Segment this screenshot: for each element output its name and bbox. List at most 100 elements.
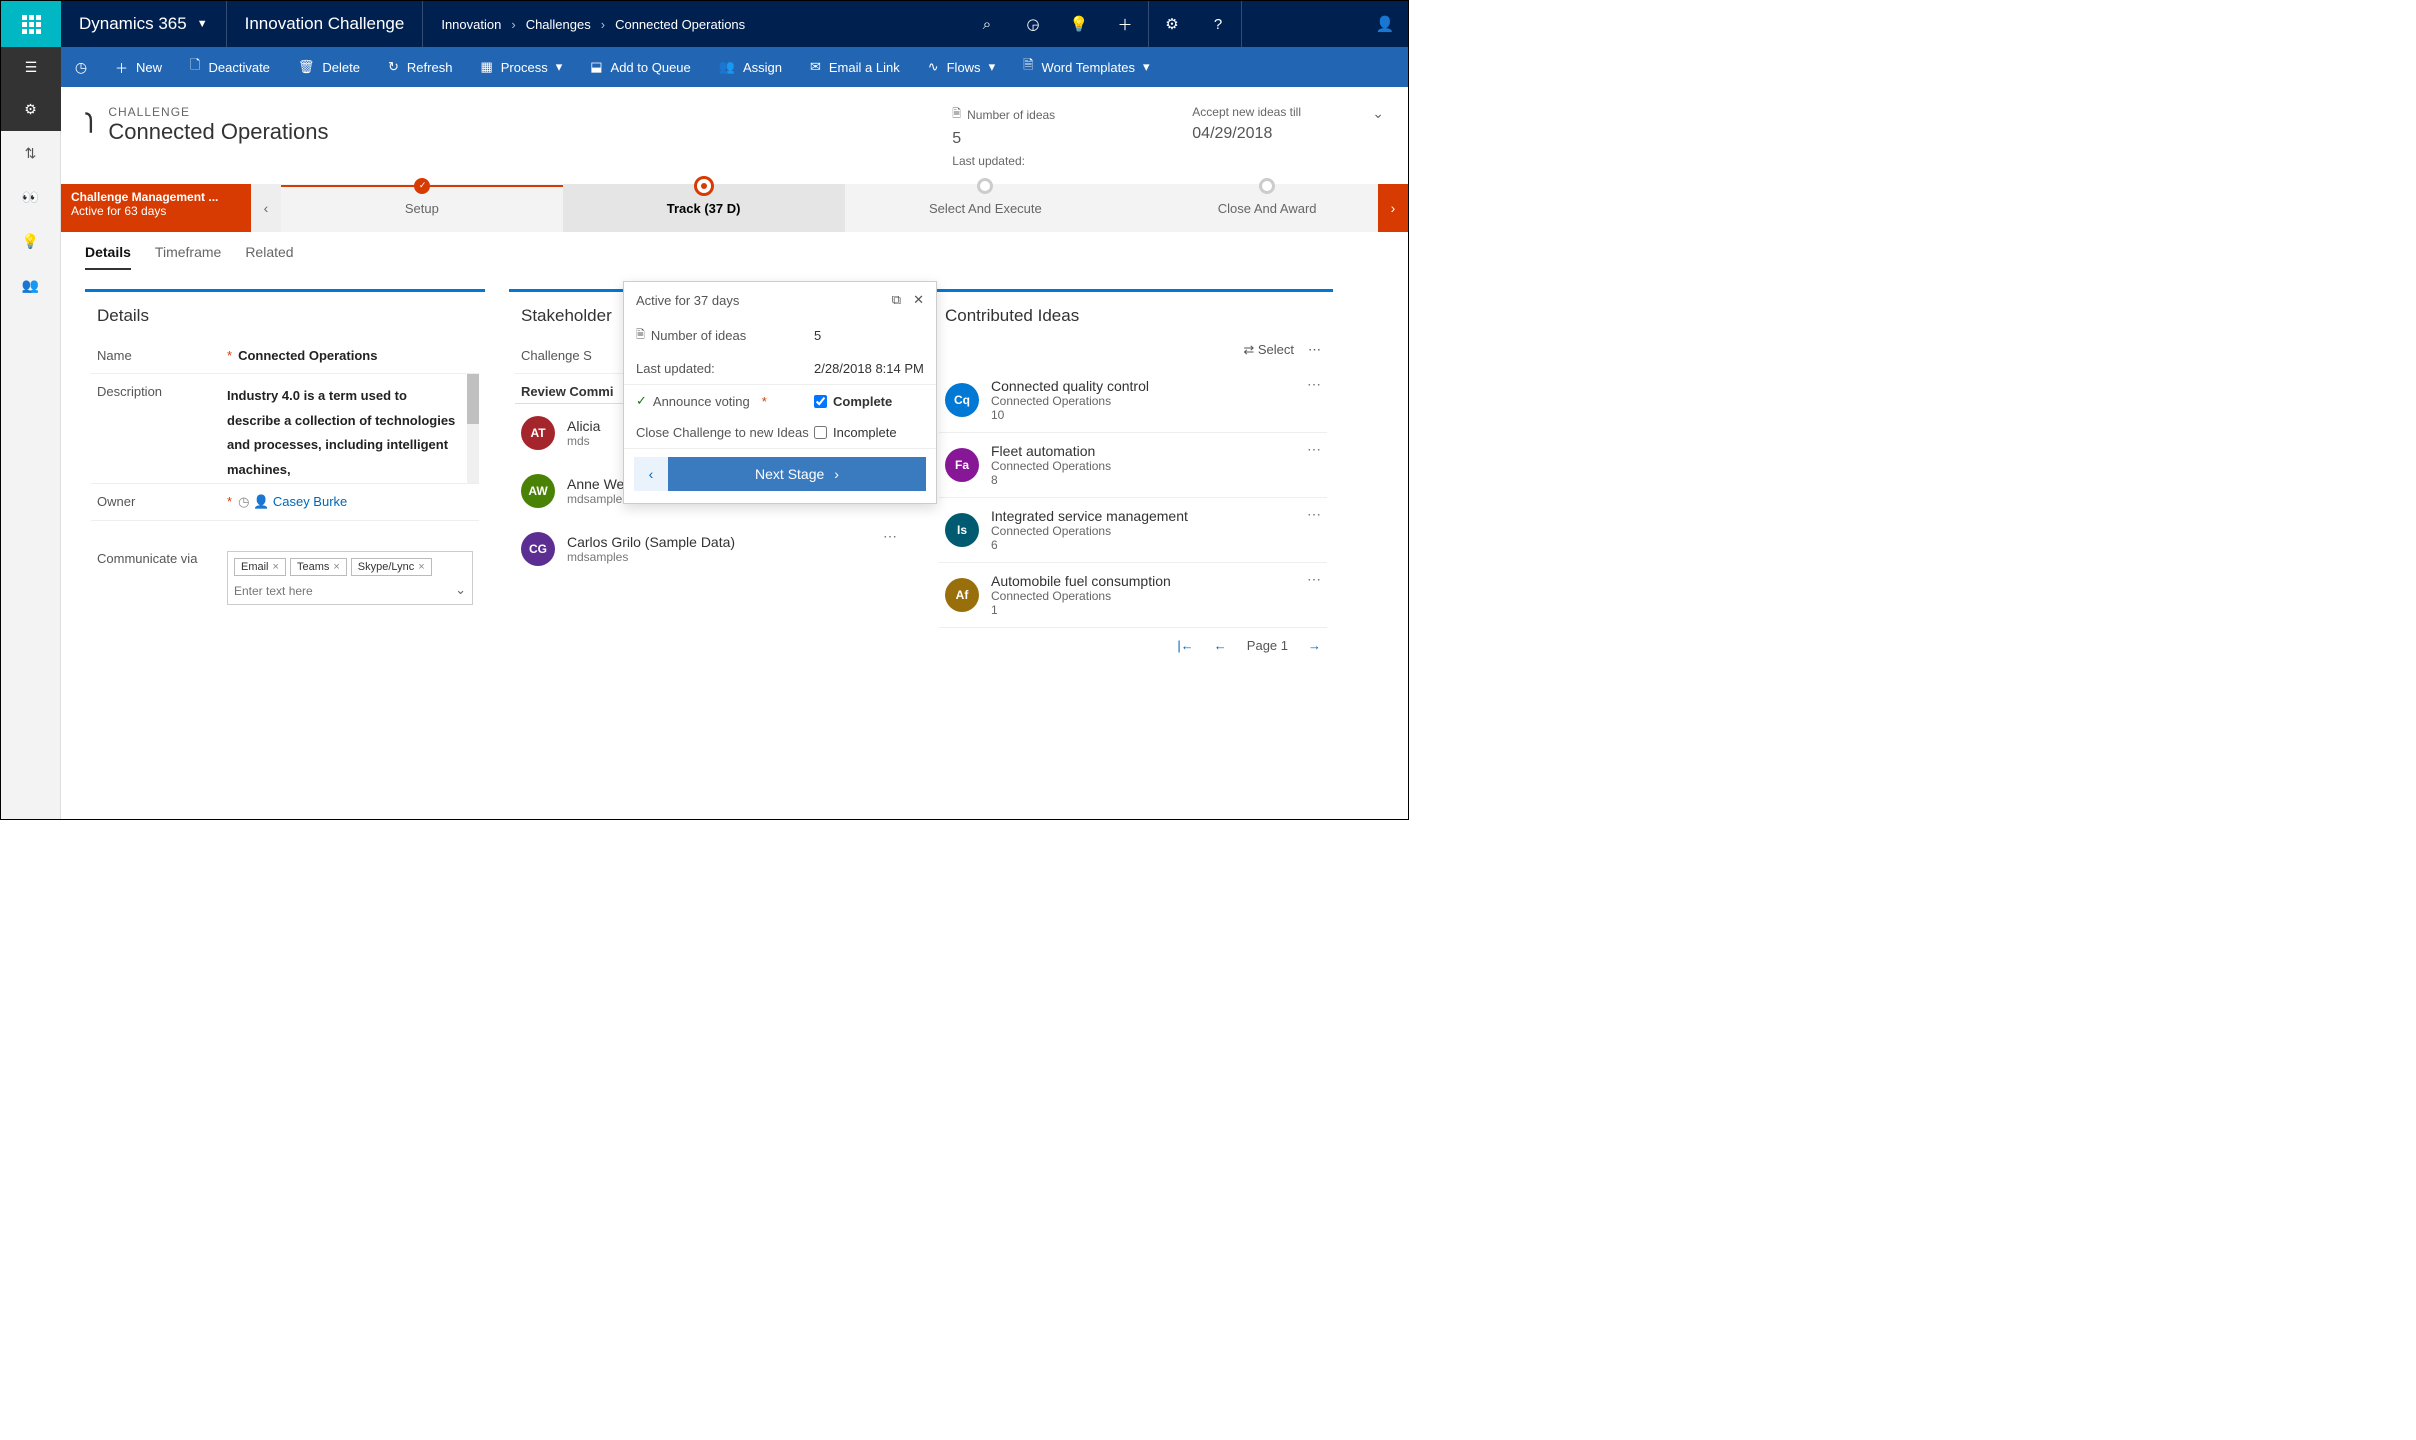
first-page-button[interactable]: |← <box>1177 638 1193 653</box>
task-icon[interactable]: ◶ <box>1010 1 1056 47</box>
required-icon: * <box>762 394 767 409</box>
process-badge[interactable]: Challenge Management ... Active for 63 d… <box>61 184 251 232</box>
card-title: Details <box>91 306 479 326</box>
assign-button[interactable]: 👥Assign <box>705 47 796 87</box>
chevron-down-icon[interactable]: ⌄ <box>455 582 466 598</box>
plus-icon: ＋ <box>115 58 128 77</box>
delete-button[interactable]: 🗑Delete <box>284 47 374 87</box>
app-launcher[interactable] <box>1 1 61 47</box>
more-icon[interactable]: ⋯ <box>1307 571 1321 588</box>
breadcrumb: Innovation › Challenges › Connected Oper… <box>423 17 763 32</box>
plus-icon[interactable]: ＋ <box>1102 1 1148 47</box>
incomplete-checkbox[interactable] <box>814 426 827 439</box>
refresh-button[interactable]: ↻Refresh <box>374 47 466 87</box>
record-type: CHALLENGE <box>108 105 328 119</box>
expand-button[interactable]: ⌄ <box>1372 105 1384 122</box>
more-icon[interactable]: ⋯ <box>1308 342 1321 358</box>
rail-item-settings[interactable]: ⚙ <box>1 87 61 131</box>
add-to-queue-button[interactable]: ⬓Add to Queue <box>576 47 705 87</box>
remove-tag-icon[interactable]: × <box>333 561 339 573</box>
next-stage-button[interactable]: Next Stage › <box>668 457 926 491</box>
stage-close[interactable]: Close And Award <box>1126 184 1408 232</box>
flyout-title: Active for 37 days <box>636 293 739 308</box>
more-icon[interactable]: ⋯ <box>1307 441 1321 458</box>
idea-row[interactable]: Fa Fleet automationConnected Operations8… <box>939 433 1327 498</box>
challenge-icon: 𐑐 <box>85 105 94 141</box>
assign-icon: 👥 <box>719 59 735 75</box>
lightbulb-icon[interactable]: 💡 <box>1056 1 1102 47</box>
select-toggle[interactable]: ⇄ Select <box>1243 342 1294 358</box>
hamburger-menu[interactable]: ☰ <box>1 47 61 87</box>
remove-tag-icon[interactable]: × <box>273 561 279 573</box>
tab-related[interactable]: Related <box>245 244 293 270</box>
rail-item-binoculars[interactable]: 👀 <box>1 175 61 219</box>
remove-tag-icon[interactable]: × <box>418 561 424 573</box>
kpi-label: Number of ideas <box>967 108 1055 122</box>
field-label: Owner <box>97 494 227 510</box>
brand-dropdown[interactable]: Dynamics 365 ▼ <box>61 14 226 34</box>
rail-item-idea[interactable]: 💡 <box>1 219 61 263</box>
process-next-button[interactable]: › <box>1378 184 1408 232</box>
stage-select[interactable]: Select And Execute <box>845 184 1127 232</box>
new-button[interactable]: ＋New <box>101 47 176 87</box>
record-header: 𐑐 CHALLENGE Connected Operations Number … <box>61 87 1408 178</box>
prev-stage-button[interactable]: ‹ <box>634 457 668 491</box>
user-icon[interactable]: 👤 <box>1362 1 1408 47</box>
owner-link[interactable]: Casey Burke <box>273 494 473 510</box>
chevron-right-icon: › <box>834 466 839 482</box>
flows-button[interactable]: ∿Flows▾ <box>914 47 1009 87</box>
idea-row[interactable]: Cq Connected quality controlConnected Op… <box>939 368 1327 433</box>
field-label: Description <box>97 384 227 399</box>
next-page-button[interactable]: → <box>1308 638 1321 653</box>
left-rail: ⚙ ⇅ 👀 💡 👥 <box>1 87 61 819</box>
chevron-down-icon: ▾ <box>556 59 563 75</box>
popout-icon[interactable]: ⧉ <box>892 292 901 308</box>
rail-item-filter[interactable]: ⇅ <box>1 131 61 175</box>
chevron-down-icon: ▼ <box>197 18 208 30</box>
kpi-label: Accept new ideas till <box>1192 105 1352 119</box>
help-icon[interactable]: ? <box>1195 1 1241 47</box>
more-icon[interactable]: ⋯ <box>1307 506 1321 523</box>
word-icon: 🗎 <box>1023 56 1033 78</box>
complete-checkbox[interactable] <box>814 395 827 408</box>
idea-row[interactable]: Is Integrated service managementConnecte… <box>939 498 1327 563</box>
close-icon[interactable]: ✕ <box>913 292 924 308</box>
recent-icon[interactable]: ◷ <box>61 59 101 76</box>
scrollbar[interactable] <box>467 374 479 483</box>
email-link-button[interactable]: ✉Email a Link <box>796 47 914 87</box>
prev-page-button[interactable]: ← <box>1214 638 1227 653</box>
field-label: Communicate via <box>97 551 227 566</box>
communicate-via-field[interactable]: Email× Teams× Skype/Lync× ⌄ <box>227 551 473 605</box>
field-label: Name <box>97 348 227 363</box>
tab-details[interactable]: Details <box>85 244 131 270</box>
more-icon[interactable]: ⋯ <box>883 528 897 545</box>
more-icon[interactable]: ⋯ <box>1307 376 1321 393</box>
process-button[interactable]: ▦Process▾ <box>466 47 576 87</box>
kpi-value: 04/29/2018 <box>1192 119 1352 143</box>
breadcrumb-item[interactable]: Connected Operations <box>615 17 745 32</box>
tab-timeframe[interactable]: Timeframe <box>155 244 221 270</box>
word-templates-button[interactable]: 🗎Word Templates▾ <box>1009 47 1163 87</box>
settings-icon[interactable]: ⚙ <box>1149 1 1195 47</box>
waffle-icon <box>22 15 41 34</box>
deactivate-button[interactable]: 🗋Deactivate <box>176 47 284 87</box>
name-field[interactable]: Connected Operations <box>238 348 473 363</box>
description-field[interactable]: Industry 4.0 is a term used to describe … <box>227 384 473 483</box>
breadcrumb-item[interactable]: Challenges <box>526 17 591 32</box>
idea-row[interactable]: Af Automobile fuel consumptionConnected … <box>939 563 1327 628</box>
tag-email: Email× <box>234 558 286 576</box>
rail-item-people[interactable]: 👥 <box>1 263 61 307</box>
brand-label: Dynamics 365 <box>79 14 187 34</box>
tag-input[interactable] <box>234 584 466 598</box>
kpi-label: Last updated: <box>952 154 1112 168</box>
lock-icon <box>636 326 645 345</box>
stage-setup[interactable]: Setup <box>281 184 563 232</box>
search-icon[interactable]: ⌕ <box>964 1 1010 47</box>
avatar: Cq <box>945 383 979 417</box>
person-row[interactable]: CG Carlos Grilo (Sample Data)mdsamples ⋯ <box>515 520 903 578</box>
breadcrumb-item[interactable]: Innovation <box>441 17 501 32</box>
stage-track[interactable]: Track (37 D) <box>563 184 845 232</box>
flyout-value: 5 <box>814 328 924 343</box>
check-icon: ✓ <box>636 393 647 409</box>
process-prev-button[interactable]: ‹ <box>251 184 281 232</box>
